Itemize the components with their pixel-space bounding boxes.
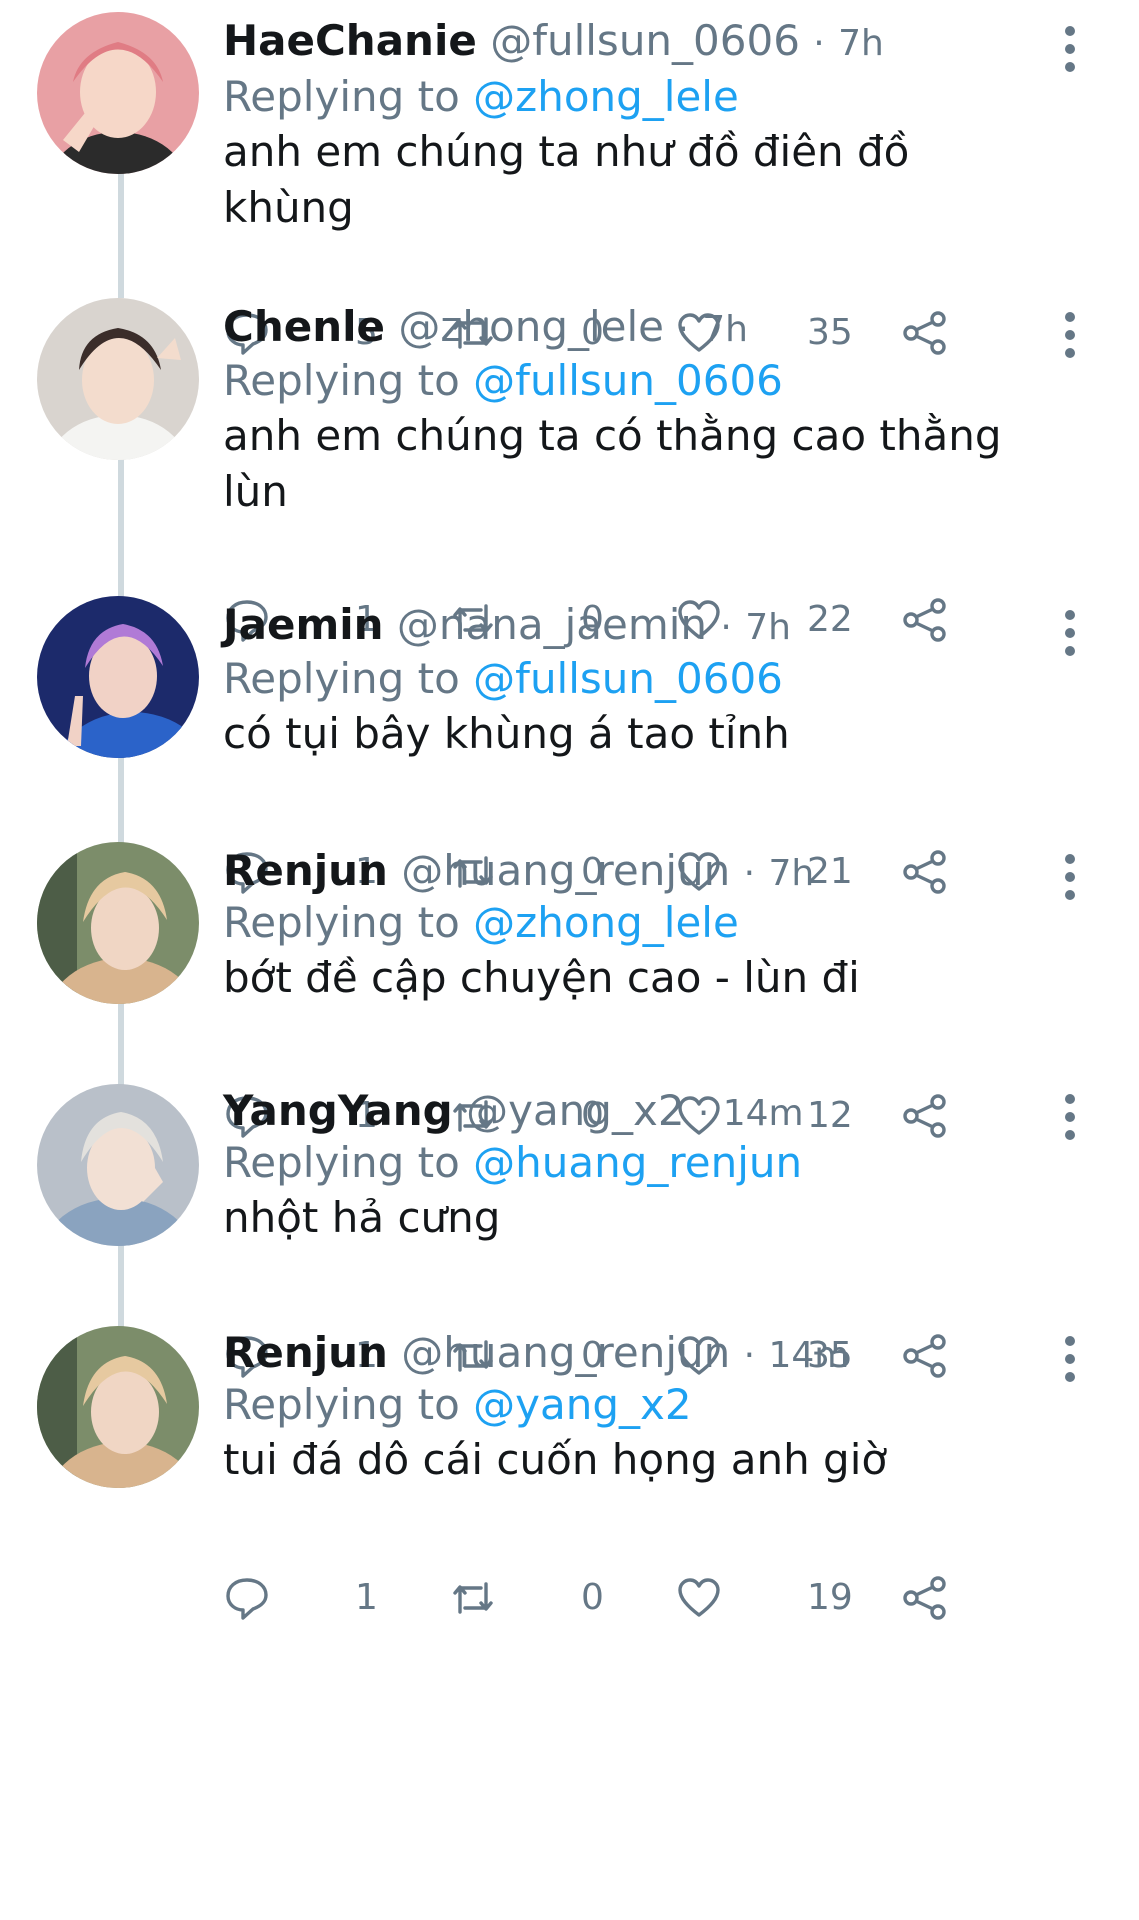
- share-icon[interactable]: [903, 1094, 947, 1138]
- timestamp[interactable]: 7h: [838, 23, 884, 64]
- timestamp[interactable]: 14m: [768, 1335, 849, 1376]
- timestamp[interactable]: 7h: [745, 607, 791, 648]
- share-icon[interactable]: [903, 850, 947, 894]
- tweet-text: nhột hả cưng: [223, 1193, 501, 1242]
- display-name[interactable]: Renjun: [223, 846, 388, 895]
- username[interactable]: @huang_renjun: [401, 846, 730, 895]
- tweet-text: tui đá dô cái cuốn họng anh giờ: [223, 1435, 888, 1484]
- separator: ·: [697, 1093, 710, 1134]
- like-count: 22: [807, 599, 853, 640]
- reply-icon[interactable]: [225, 1576, 269, 1620]
- username[interactable]: @yang_x2: [466, 1086, 684, 1135]
- replying-to-label: Replying to: [223, 654, 460, 703]
- replying-to-handle[interactable]: @fullsun_0606: [473, 356, 783, 405]
- replying-to-label: Replying to: [223, 1138, 460, 1187]
- replying-to: Replying to @zhong_lele: [223, 72, 739, 122]
- replying-to: Replying to @huang_renjun: [223, 1138, 802, 1188]
- avatar[interactable]: [37, 1326, 199, 1488]
- tweet-header: YangYang @yang_x2 · 14m: [223, 1086, 804, 1139]
- avatar[interactable]: [37, 298, 199, 460]
- replying-to-handle[interactable]: @zhong_lele: [473, 898, 739, 947]
- share-icon[interactable]: [903, 311, 947, 355]
- display-name[interactable]: Chenle: [223, 302, 385, 351]
- replying-to: Replying to @yang_x2: [223, 1380, 692, 1430]
- share-icon[interactable]: [903, 1334, 947, 1378]
- tweet-text: có tụi bây khùng á tao tỉnh: [223, 709, 790, 758]
- separator: ·: [720, 607, 732, 648]
- tweet-text: anh em chúng ta có thằng cao thằng lùn: [223, 411, 1002, 516]
- more-vertical-icon[interactable]: [1055, 24, 1085, 74]
- tweet-text: anh em chúng ta như đồ điên đồ khùng: [223, 127, 910, 232]
- like-count: 35: [807, 312, 853, 353]
- share-icon[interactable]: [903, 598, 947, 642]
- username[interactable]: @huang_renjun: [401, 1328, 730, 1377]
- heart-icon[interactable]: [677, 1576, 721, 1620]
- reply-count: 1: [355, 1577, 378, 1618]
- more-vertical-icon[interactable]: [1055, 310, 1085, 360]
- tweet-header: Jaemin @nana_jaemin · 7h: [223, 600, 791, 653]
- tweet-text: bớt đề cập chuyện cao - lùn đi: [223, 953, 860, 1002]
- timestamp[interactable]: 14m: [723, 1093, 804, 1134]
- replying-to-handle[interactable]: @fullsun_0606: [473, 654, 783, 703]
- separator: ·: [743, 853, 756, 894]
- replying-to-label: Replying to: [223, 72, 460, 121]
- tweet-header: Renjun @huang_renjun · 14m: [223, 1328, 849, 1381]
- replying-to-handle[interactable]: @huang_renjun: [473, 1138, 802, 1187]
- separator: ·: [743, 1335, 756, 1376]
- retweet-count: 0: [581, 1577, 604, 1618]
- tweet-header: Renjun @huang_renjun · 7h: [223, 846, 814, 899]
- like-count: 12: [807, 1095, 853, 1136]
- username[interactable]: @nana_jaemin: [397, 600, 707, 649]
- avatar[interactable]: [37, 12, 199, 174]
- replying-to-handle[interactable]: @yang_x2: [473, 1380, 691, 1429]
- share-icon[interactable]: [903, 1576, 947, 1620]
- replying-to-label: Replying to: [223, 1380, 460, 1429]
- replying-to: Replying to @fullsun_0606: [223, 356, 783, 406]
- more-vertical-icon[interactable]: [1055, 1092, 1085, 1142]
- display-name[interactable]: HaeChanie: [223, 16, 477, 65]
- separator: ·: [677, 309, 689, 350]
- username[interactable]: @fullsun_0606: [490, 16, 800, 65]
- replying-to-label: Replying to: [223, 898, 460, 947]
- thread-line: [118, 438, 124, 596]
- username[interactable]: @zhong_lele: [398, 302, 664, 351]
- display-name[interactable]: Renjun: [223, 1328, 388, 1377]
- display-name[interactable]: YangYang: [223, 1086, 453, 1135]
- more-vertical-icon[interactable]: [1055, 1334, 1085, 1384]
- retweet-icon[interactable]: [451, 1576, 495, 1620]
- separator: ·: [813, 23, 825, 64]
- display-name[interactable]: Jaemin: [223, 600, 384, 649]
- like-count: 19: [807, 1577, 853, 1618]
- timestamp[interactable]: 7h: [702, 309, 748, 350]
- timestamp[interactable]: 7h: [768, 853, 814, 894]
- replying-to-handle[interactable]: @zhong_lele: [473, 72, 739, 121]
- tweet-header: HaeChanie @fullsun_0606 · 7h: [223, 16, 884, 69]
- tweet-header: Chenle @zhong_lele · 7h: [223, 302, 748, 355]
- avatar[interactable]: [37, 842, 199, 1004]
- replying-to-label: Replying to: [223, 356, 460, 405]
- replying-to: Replying to @zhong_lele: [223, 898, 739, 948]
- replying-to: Replying to @fullsun_0606: [223, 654, 783, 704]
- more-vertical-icon[interactable]: [1055, 852, 1085, 902]
- avatar[interactable]: [37, 1084, 199, 1246]
- avatar[interactable]: [37, 596, 199, 758]
- more-vertical-icon[interactable]: [1055, 608, 1085, 658]
- action-bar: 1 0 19: [225, 1568, 1005, 1628]
